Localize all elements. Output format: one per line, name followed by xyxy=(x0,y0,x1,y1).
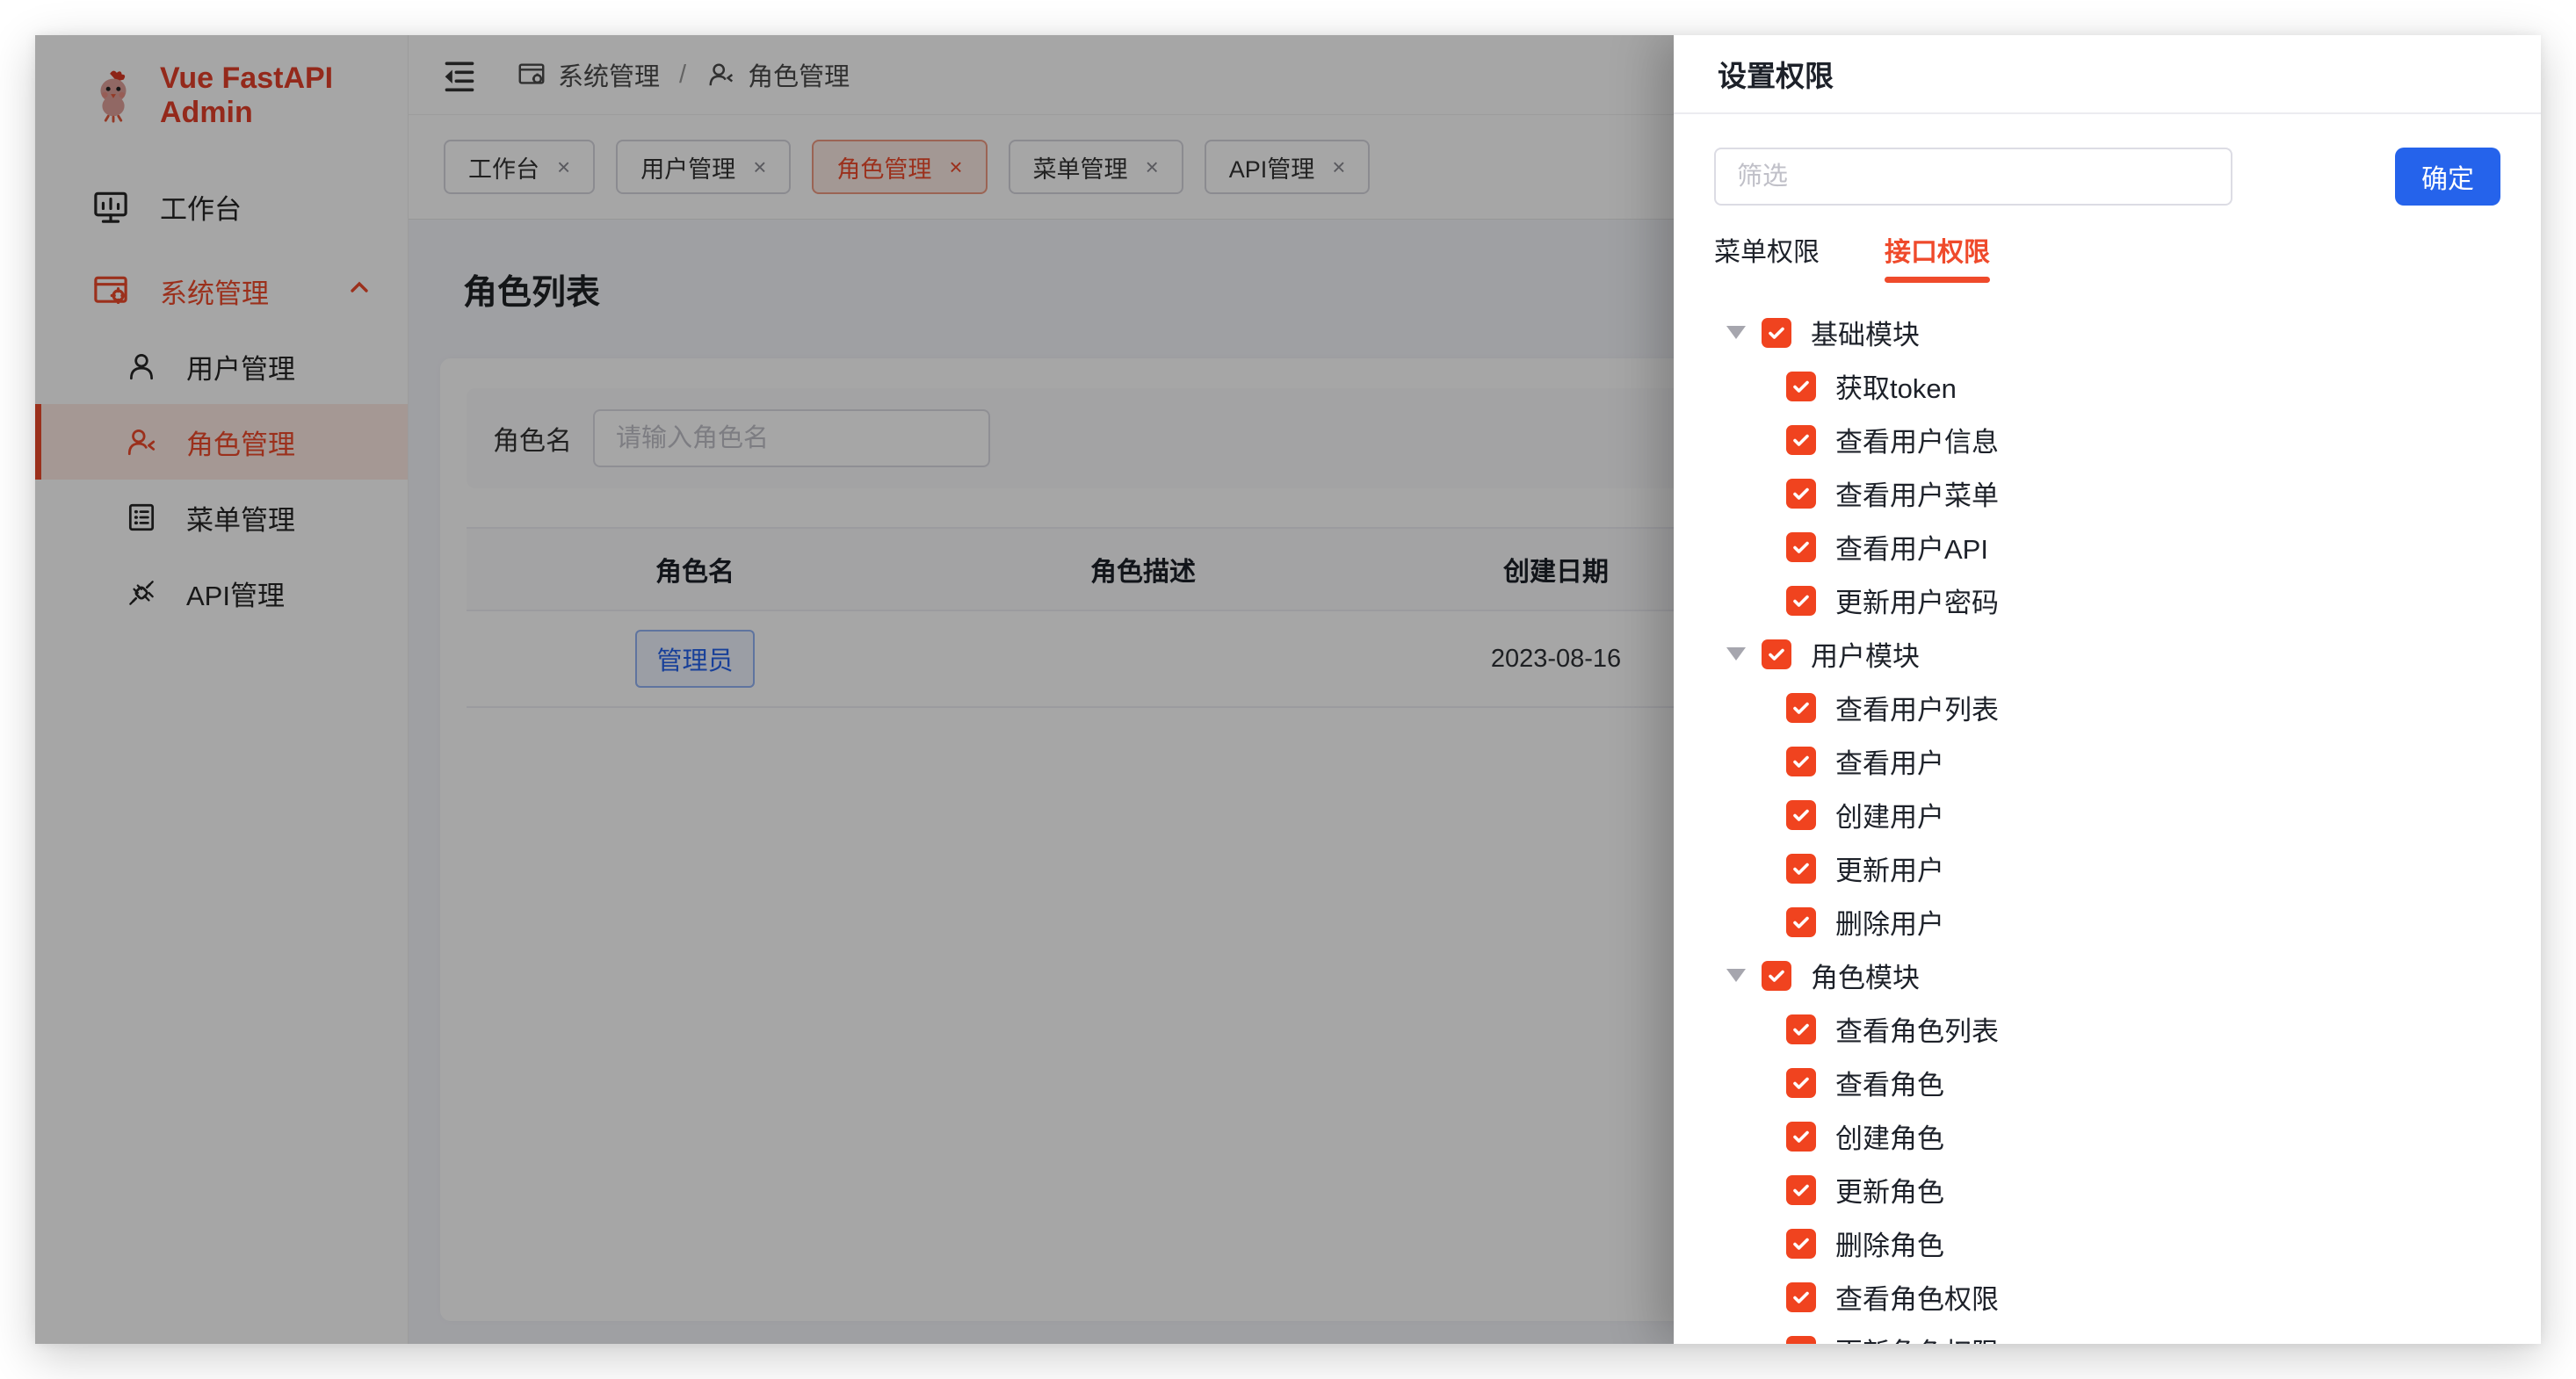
tree-leaf-删除角色[interactable]: 删除角色 xyxy=(1714,1217,2500,1270)
drawer-tab-菜单权限[interactable]: 菜单权限 xyxy=(1714,230,1820,283)
tree-leaf-更新角色权限[interactable]: 更新角色权限 xyxy=(1714,1324,2500,1344)
checkbox-checked-icon[interactable] xyxy=(1786,907,1816,937)
filter-row: 确定 xyxy=(1714,148,2500,206)
permissions-drawer: 设置权限 确定 菜单权限 接口权限 基础模块 获取token 查看用户信息 查看用… xyxy=(1674,35,2541,1344)
tree-leaf-查看用户列表[interactable]: 查看用户列表 xyxy=(1714,681,2500,734)
checkbox-checked-icon[interactable] xyxy=(1786,372,1816,401)
permissions-tree: 基础模块 获取token 查看用户信息 查看用户菜单 查看用户API 更新用户密… xyxy=(1714,306,2500,1344)
tree-leaf-label: 更新角色 xyxy=(1835,1170,1944,1209)
tree-node-用户模块[interactable]: 用户模块 xyxy=(1714,627,2500,681)
checkbox-checked-icon[interactable] xyxy=(1786,1014,1816,1044)
tree-leaf-获取token[interactable]: 获取token xyxy=(1714,359,2500,413)
checkbox-checked-icon[interactable] xyxy=(1786,1336,1816,1345)
checkbox-checked-icon[interactable] xyxy=(1786,586,1816,616)
tree-leaf-label: 查看用户菜单 xyxy=(1835,473,1999,513)
caret-down-icon[interactable] xyxy=(1726,326,1746,339)
tree-leaf-label: 更新用户 xyxy=(1835,848,1944,888)
tree-leaf-label: 查看角色 xyxy=(1835,1063,1944,1102)
tree-leaf-删除用户[interactable]: 删除用户 xyxy=(1714,895,2500,949)
caret-down-icon[interactable] xyxy=(1726,647,1746,661)
drawer-title: 设置权限 xyxy=(1718,53,1834,95)
checkbox-checked-icon[interactable] xyxy=(1762,318,1791,348)
tree-leaf-更新用户[interactable]: 更新用户 xyxy=(1714,841,2500,895)
tree-leaf-label: 更新用户密码 xyxy=(1835,581,1999,620)
filter-input[interactable] xyxy=(1714,148,2232,206)
drawer-header: 设置权限 xyxy=(1674,35,2541,114)
checkbox-checked-icon[interactable] xyxy=(1786,1175,1816,1205)
tree-leaf-label: 查看角色列表 xyxy=(1835,1009,1999,1049)
tree-leaf-查看用户[interactable]: 查看用户 xyxy=(1714,734,2500,788)
tree-leaf-查看用户信息[interactable]: 查看用户信息 xyxy=(1714,413,2500,466)
tree-leaf-label: 更新角色权限 xyxy=(1835,1331,1999,1344)
checkbox-checked-icon[interactable] xyxy=(1762,961,1791,991)
checkbox-checked-icon[interactable] xyxy=(1786,1068,1816,1098)
tree-leaf-查看用户API[interactable]: 查看用户API xyxy=(1714,520,2500,574)
checkbox-checked-icon[interactable] xyxy=(1786,1282,1816,1312)
tree-node-基础模块[interactable]: 基础模块 xyxy=(1714,306,2500,359)
tree-node-label: 用户模块 xyxy=(1811,634,1920,674)
tree-leaf-查看角色[interactable]: 查看角色 xyxy=(1714,1056,2500,1109)
tree-leaf-label: 创建用户 xyxy=(1835,795,1944,834)
tree-leaf-创建角色[interactable]: 创建角色 xyxy=(1714,1109,2500,1163)
tree-node-label: 基础模块 xyxy=(1811,313,1920,352)
checkbox-checked-icon[interactable] xyxy=(1786,532,1816,562)
checkbox-checked-icon[interactable] xyxy=(1762,639,1791,669)
checkbox-checked-icon[interactable] xyxy=(1786,1122,1816,1152)
drawer-body: 确定 菜单权限 接口权限 基础模块 获取token 查看用户信息 查看用户菜单 查… xyxy=(1674,114,2541,1344)
tree-leaf-更新用户密码[interactable]: 更新用户密码 xyxy=(1714,574,2500,627)
tree-leaf-label: 查看用户 xyxy=(1835,741,1944,781)
tree-leaf-label: 查看用户信息 xyxy=(1835,420,1999,459)
confirm-button[interactable]: 确定 xyxy=(2395,148,2500,206)
caret-down-icon[interactable] xyxy=(1726,969,1746,982)
tree-leaf-label: 查看用户列表 xyxy=(1835,688,1999,727)
app-window: Vue FastAPI Admin 工作台系统管理 用户管理角色管理菜单管理AP… xyxy=(35,35,2541,1344)
tree-leaf-label: 删除用户 xyxy=(1835,902,1944,942)
drawer-tab-接口权限[interactable]: 接口权限 xyxy=(1885,230,1990,283)
checkbox-checked-icon[interactable] xyxy=(1786,479,1816,509)
tree-leaf-更新角色[interactable]: 更新角色 xyxy=(1714,1163,2500,1217)
checkbox-checked-icon[interactable] xyxy=(1786,693,1816,723)
tree-leaf-label: 查看角色权限 xyxy=(1835,1277,1999,1317)
checkbox-checked-icon[interactable] xyxy=(1786,747,1816,776)
tree-leaf-label: 删除角色 xyxy=(1835,1224,1944,1263)
checkbox-checked-icon[interactable] xyxy=(1786,1229,1816,1259)
tree-leaf-查看角色权限[interactable]: 查看角色权限 xyxy=(1714,1270,2500,1324)
tree-node-角色模块[interactable]: 角色模块 xyxy=(1714,949,2500,1002)
tree-leaf-label: 查看用户API xyxy=(1835,527,1988,567)
checkbox-checked-icon[interactable] xyxy=(1786,854,1816,884)
drawer-tabs: 菜单权限 接口权限 xyxy=(1714,230,2500,283)
tree-leaf-查看角色列表[interactable]: 查看角色列表 xyxy=(1714,1002,2500,1056)
tree-leaf-label: 创建角色 xyxy=(1835,1116,1944,1156)
checkbox-checked-icon[interactable] xyxy=(1786,800,1816,830)
tree-leaf-label: 获取token xyxy=(1835,366,1957,406)
tree-leaf-创建用户[interactable]: 创建用户 xyxy=(1714,788,2500,841)
tree-leaf-查看用户菜单[interactable]: 查看用户菜单 xyxy=(1714,466,2500,520)
checkbox-checked-icon[interactable] xyxy=(1786,425,1816,455)
tree-node-label: 角色模块 xyxy=(1811,956,1920,995)
